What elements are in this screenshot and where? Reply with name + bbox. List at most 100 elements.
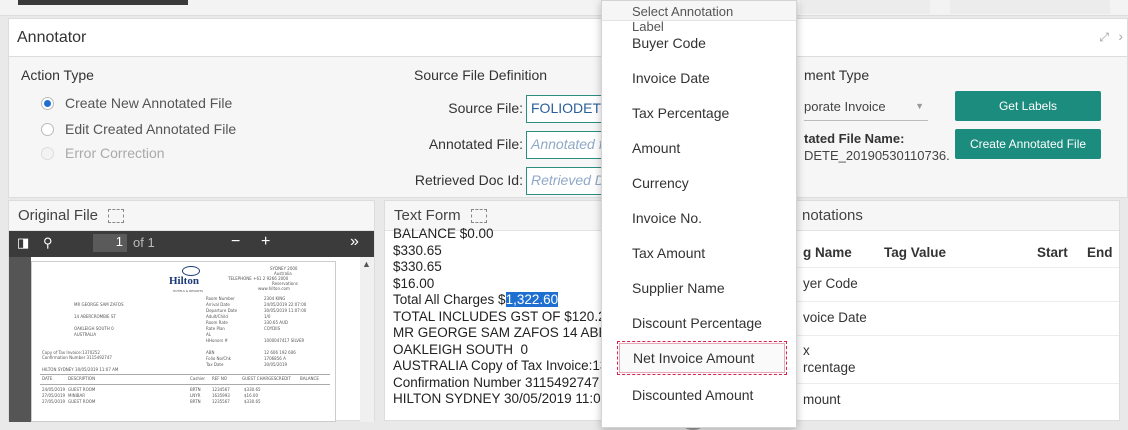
source-definition-heading: Source File Definition xyxy=(414,67,548,83)
radio-label: Error Correction xyxy=(65,145,165,161)
top-tab-placeholder xyxy=(800,0,930,14)
expand-icon[interactable]: ⤢ xyxy=(1099,30,1109,45)
text-line: TOTAL INCLUDES GST OF $120.24 xyxy=(393,308,614,324)
radio-label: Edit Created Annotated File xyxy=(65,121,237,137)
annotations-title: notations xyxy=(802,207,863,224)
dropdown-item[interactable]: Tax Percentage xyxy=(602,97,796,131)
search-icon[interactable]: ⚲ xyxy=(43,235,53,251)
meta-value: 1000047417 SILVER xyxy=(264,338,305,343)
table-rule xyxy=(40,374,330,375)
annotation-label-dropdown[interactable]: Select Annotation Label Buyer Code Invoi… xyxy=(601,0,797,428)
pdf-sidebar xyxy=(9,257,31,422)
table-cell: LNYR xyxy=(190,393,201,398)
doc-line: HILTON SYDNEY 30/05/2019 11:07 AM xyxy=(42,367,119,372)
table-cell: BRTN xyxy=(190,387,201,392)
hotel-subtitle: HOTELS & RESORTS xyxy=(173,289,204,293)
zoom-in-button[interactable]: + xyxy=(261,233,270,251)
source-file-label: Source File: xyxy=(448,100,523,116)
dropdown-item[interactable]: Tax Amount xyxy=(602,237,796,271)
radio-edit-created[interactable]: Edit Created Annotated File xyxy=(41,121,236,137)
table-rule xyxy=(40,384,330,385)
maximize-icon[interactable] xyxy=(108,208,125,223)
table-cell: 1235567 xyxy=(212,399,230,404)
meta-label: HHonors # xyxy=(206,338,228,343)
meta-value: 1/0 xyxy=(264,314,271,319)
chevron-right-icon[interactable]: › xyxy=(1118,28,1123,44)
selected-text-highlight[interactable]: 1,322.60 xyxy=(505,292,559,307)
document-type-select[interactable]: porate Invoice ▼ xyxy=(804,93,928,121)
settings-panel: Action Type Create New Annotated File Ed… xyxy=(8,56,1128,198)
table-cell: GUEST ROOM xyxy=(68,399,96,404)
text-line: OAKLEIGH SOUTH 0 xyxy=(393,341,529,357)
sidebar-toggle-icon[interactable]: ◨ xyxy=(17,235,29,251)
table-cell: 27/05/2019 xyxy=(42,399,66,404)
retrieved-doc-input[interactable]: Retrieved Doc xyxy=(526,167,608,195)
radio-create-new[interactable]: Create New Annotated File xyxy=(41,95,232,111)
annotated-file-name-value: DETE_20190530110736. xyxy=(804,148,950,163)
text-form-title: Text Form xyxy=(394,207,461,224)
table-header-cell: DATE xyxy=(42,376,53,381)
dropdown-item[interactable]: Supplier Name xyxy=(602,272,796,306)
meta-value: COYDIIS xyxy=(264,326,281,331)
top-strip xyxy=(0,0,1128,16)
dropdown-item[interactable]: Amount xyxy=(602,132,796,166)
meta-value: 330.65 AUD xyxy=(264,320,289,325)
text-line: $16.00 xyxy=(393,275,435,291)
get-labels-button[interactable]: Get Labels xyxy=(955,91,1101,121)
meta-value: 12 606 192 606 xyxy=(264,350,296,355)
text-line: BALANCE $0.00 xyxy=(393,226,494,241)
dropdown-item[interactable]: Discounted Amount xyxy=(602,379,796,413)
zoom-out-button[interactable]: − xyxy=(231,233,240,251)
table-row[interactable]: mount xyxy=(771,383,1119,417)
total-prefix: Total All Charges $ xyxy=(393,292,506,307)
page-total: of 1 xyxy=(133,235,155,250)
meta-value: 30/05/2019 xyxy=(264,362,288,367)
dropdown-item[interactable]: Buyer Code xyxy=(602,27,796,61)
dropdown-item[interactable]: Discount Percentage xyxy=(602,307,796,341)
annotated-file-input[interactable]: Annotated fil xyxy=(526,131,608,159)
source-file-input[interactable]: FOLIODETE_2 xyxy=(526,95,608,123)
dropdown-heading: Select Annotation Label xyxy=(602,1,796,34)
dropdown-item[interactable]: Currency xyxy=(602,167,796,201)
action-type-heading: Action Type xyxy=(21,67,94,83)
pdf-scrollbar[interactable]: ▲ xyxy=(360,257,374,422)
create-annotated-file-button[interactable]: Create Annotated File xyxy=(955,129,1101,159)
table-header-cell: Cashier xyxy=(190,376,206,381)
scroll-up-icon[interactable]: ▲ xyxy=(362,259,371,269)
top-tab-placeholder xyxy=(950,0,1110,14)
dropdown-item[interactable]: Invoice No. xyxy=(602,202,796,236)
hotel-name: Hilton xyxy=(169,275,199,287)
dropdown-arrow-icon: ▼ xyxy=(915,101,924,111)
doc-line: AUSTRALIA xyxy=(74,332,97,337)
text-line: $330.65 xyxy=(393,242,442,258)
table-cell: 27/05/2019 xyxy=(42,393,66,398)
meta-label: Room Number xyxy=(206,296,235,301)
original-file-title: Original File xyxy=(18,207,99,224)
page-number-input[interactable]: 1 xyxy=(93,234,127,252)
original-file-panel: Original File ◨ ⚲ 1 of 1 − + » ▲ Hilton … xyxy=(8,200,375,422)
table-row[interactable]: voice Date xyxy=(771,301,1119,335)
dropdown-item[interactable]: Invoice Date xyxy=(602,62,796,96)
table-row[interactable]: yer Code xyxy=(771,267,1119,301)
column-end: End xyxy=(1087,245,1113,260)
table-cell: 24/05/2019 xyxy=(42,387,66,392)
meta-label: Rate Plan xyxy=(206,326,225,331)
dropdown-item-selected[interactable]: Net Invoice Amount xyxy=(617,341,787,375)
meta-label: AL xyxy=(206,332,211,337)
meta-label: ABN xyxy=(206,350,215,355)
table-row[interactable]: x rcentage xyxy=(771,335,1119,383)
meta-label: Arrival Date xyxy=(206,302,230,307)
page-title: Annotator xyxy=(17,29,87,46)
text-line: AUSTRALIA Copy of Tax Invoice:13702 xyxy=(393,358,630,373)
text-line: HILTON SYDNEY 30/05/2019 11:07 AM xyxy=(393,391,632,406)
annotated-file-label: Annotated File: xyxy=(428,136,523,152)
table-cell: 1635993 xyxy=(212,393,230,398)
text-line: $330.65 xyxy=(393,259,442,274)
doc-line: OAKLEIGH SOUTH 0 xyxy=(74,326,114,331)
annotations-panel: notations g Name Tag Value Start End yer… xyxy=(770,200,1120,421)
more-tools-button[interactable]: » xyxy=(350,233,359,251)
table-cell: GUEST ROOM xyxy=(68,387,96,392)
maximize-icon[interactable] xyxy=(470,208,487,223)
column-tag-name: g Name xyxy=(803,245,852,260)
table-header-cell: BALANCE xyxy=(300,376,319,381)
